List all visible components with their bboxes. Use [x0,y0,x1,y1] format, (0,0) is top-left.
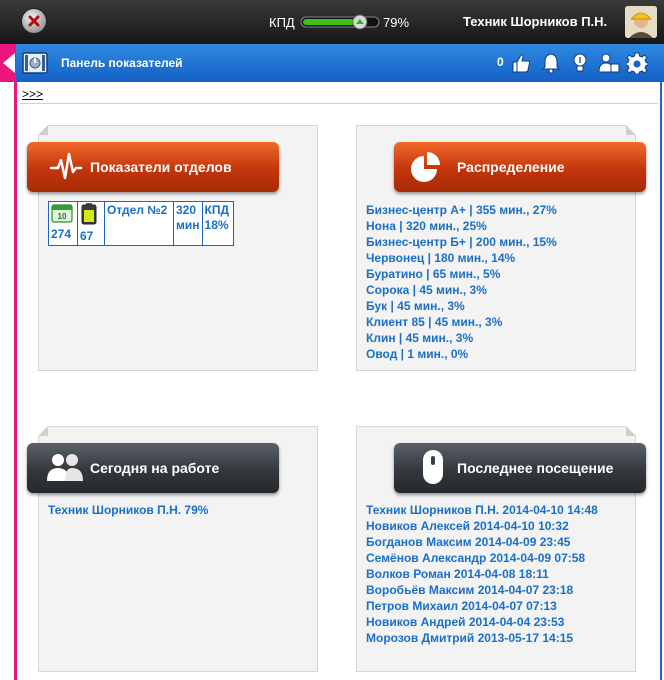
card-fold [626,426,636,436]
list-item[interactable]: Новиков Алексей 2014-04-10 10:32 [366,518,598,534]
list-item[interactable]: Бизнес-центр А+ | 355 мин., 27% [366,202,557,218]
list-item[interactable]: Петров Михаил 2014-04-07 07:13 [366,598,598,614]
breadcrumb-divider [20,103,658,104]
worker-avatar-icon [625,6,657,38]
list-item[interactable]: Новиков Андрей 2014-04-04 23:53 [366,614,598,630]
thumbs-up-icon[interactable] [510,52,532,74]
lightbulb-icon[interactable] [569,52,591,74]
dept-kpd-value: 18% [204,218,229,232]
kpd-cell: КПД 18% [201,201,234,246]
kpd-percent: 79% [383,15,410,30]
page-title: Панель показателей [61,56,183,70]
heartbeat-icon [49,152,83,180]
departments-header[interactable]: Показатели отделов [27,142,279,192]
battery-icon [81,203,97,225]
calendar-count: 274 [51,227,72,241]
like-count: 0 [497,55,504,69]
list-item[interactable]: Волков Роман 2014-04-08 18:11 [366,566,598,582]
last-visit-header[interactable]: Последнее посещение [394,443,646,493]
list-item[interactable]: Техник Шорников П.Н. 2014-04-10 14:48 [366,502,598,518]
pie-chart-icon [411,152,440,182]
user-name[interactable]: Техник Шорников П.Н. [463,14,607,29]
panel-header: Панель показателей 0 [16,44,664,82]
svg-text:10: 10 [58,212,67,221]
departments-title: Показатели отделов [90,159,232,175]
kpd-label: КПД [269,15,295,30]
last-visit-list: Техник Шорников П.Н. 2014-04-10 14:48 Нов… [366,502,598,646]
card-fold [38,125,48,135]
departments-table: 10 274 67 Отдел №2 320 мин КПД 18% [48,201,234,246]
dashboard-icon [22,52,48,74]
dept-kpd-label: КПД [204,203,230,217]
dept-name-cell: Отдел №2 [104,201,174,246]
table-row[interactable]: 10 274 67 Отдел №2 320 мин КПД 18% [48,201,234,246]
battery-cell: 67 [77,201,105,246]
minutes-cell: 320 мин [173,201,203,246]
arrow-left-icon [3,53,15,73]
right-border-line [660,82,662,680]
minutes-value: 320 [176,203,197,217]
list-item[interactable]: Бизнес-центр Б+ | 200 мин., 15% [366,234,557,250]
breadcrumb[interactable]: >>> [22,87,43,101]
minutes-unit: мин [176,218,200,232]
list-item[interactable]: Семёнов Александр 2014-04-09 07:58 [366,550,598,566]
calendar-cell: 10 274 [48,201,78,246]
people-icon [47,454,83,481]
last-visit-title: Последнее посещение [457,460,614,476]
list-item[interactable]: Сорока | 45 мин., 3% [366,282,557,298]
today-title: Сегодня на работе [90,460,220,476]
card-fold [626,125,636,135]
today-header[interactable]: Сегодня на работе [27,443,279,493]
list-item[interactable]: Нона | 320 мин., 25% [366,218,557,234]
list-item[interactable]: Буратино | 65 мин., 5% [366,266,557,282]
dept-name[interactable]: Отдел №2 [107,203,167,217]
distribution-title: Распределение [457,159,565,175]
list-item[interactable]: Техник Шорников П.Н. 79% [48,502,208,518]
list-item[interactable]: Воробьёв Максим 2014-04-07 23:18 [366,582,598,598]
mouse-icon [423,450,443,484]
list-item[interactable]: Червонец | 180 мин., 14% [366,250,557,266]
battery-count: 67 [80,229,94,243]
list-item[interactable]: Клин | 45 мин., 3% [366,330,557,346]
close-button[interactable] [22,9,46,33]
list-item[interactable]: Богданов Максим 2014-04-09 23:45 [366,534,598,550]
top-bar: КПД 79% Техник Шорников П.Н. [0,0,664,44]
users-settings-icon[interactable] [598,52,620,74]
list-item[interactable]: Овод | 1 мин., 0% [366,346,557,362]
bell-icon[interactable] [540,52,562,74]
distribution-list: Бизнес-центр А+ | 355 мин., 27% Нона | 32… [366,202,557,362]
list-item[interactable]: Клиент 85 | 45 мин., 3% [366,314,557,330]
today-list: Техник Шорников П.Н. 79% [48,502,208,518]
avatar[interactable] [625,6,657,38]
close-icon [28,15,40,27]
card-fold [38,426,48,436]
distribution-header[interactable]: Распределение [394,142,646,192]
calendar-icon: 10 [51,204,73,223]
list-item[interactable]: Морозов Дмитрий 2013-05-17 14:15 [366,630,598,646]
left-accent-line [14,82,17,680]
gear-icon[interactable] [626,52,648,74]
list-item[interactable]: Бук | 45 мин., 3% [366,298,557,314]
kpd-slider[interactable] [300,14,380,30]
